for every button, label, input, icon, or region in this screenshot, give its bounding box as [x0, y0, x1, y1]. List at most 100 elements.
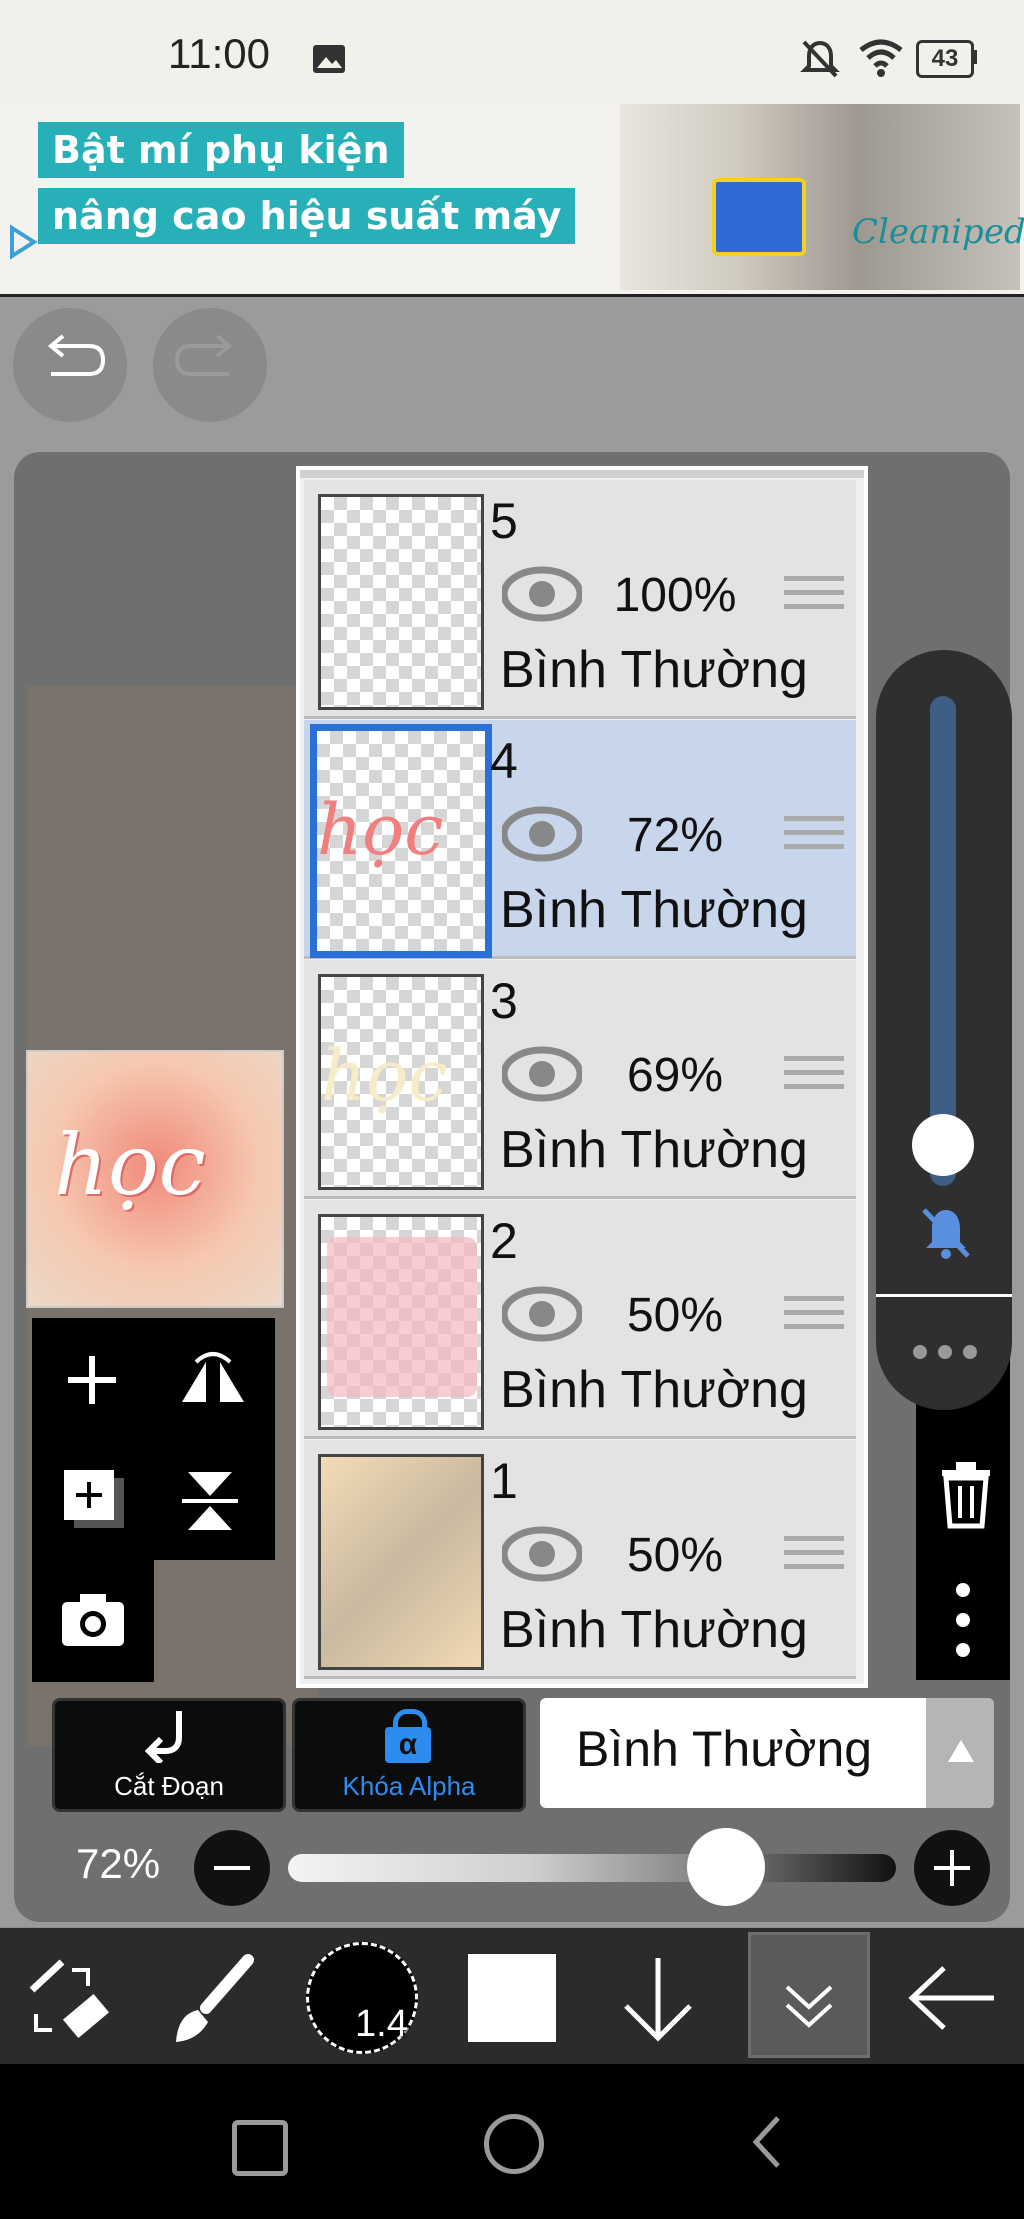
- blend-mode-value: Bình Thường: [576, 1721, 873, 1777]
- panel-divider: [876, 1294, 1012, 1297]
- product-box: [712, 178, 806, 256]
- battery-tip: [972, 50, 977, 64]
- alpha-lock-icon: α: [385, 1709, 431, 1763]
- brush-size-value: 1.4: [355, 2003, 408, 2045]
- layer-number: 4: [490, 733, 518, 789]
- layer-blend-mode: Bình Thường: [500, 1361, 808, 1419]
- image-icon: [313, 45, 345, 73]
- redo-button[interactable]: [153, 308, 267, 422]
- ad-headline-1: Bật mí phụ kiện: [38, 122, 404, 178]
- layer-blend-mode: Bình Thường: [500, 641, 808, 699]
- trash-icon[interactable]: [938, 1460, 994, 1530]
- redo-icon: [174, 334, 233, 376]
- layer-row-1[interactable]: 1 50% Bình Thường: [304, 1440, 856, 1679]
- flip-horizontal-icon[interactable]: [178, 1348, 248, 1412]
- drag-handle-icon[interactable]: [784, 1296, 844, 1344]
- more-vertical-icon[interactable]: [950, 1580, 976, 1660]
- layer-opacity: 50%: [626, 1529, 724, 1582]
- layer-number: 2: [490, 1213, 518, 1269]
- triangle-up-icon: [948, 1740, 974, 1762]
- canvas-preview[interactable]: học: [26, 1050, 284, 1308]
- bell-off-icon: [800, 40, 840, 78]
- bottom-toolbar: 1.4: [0, 1928, 1024, 2064]
- floating-slider-panel: [876, 650, 1012, 1410]
- minus-icon: [214, 1866, 250, 1870]
- eye-icon[interactable]: [502, 806, 582, 862]
- layer-row-2[interactable]: 2 50% Bình Thường: [304, 1200, 856, 1439]
- ad-choices-icon[interactable]: [4, 222, 40, 262]
- add-layer-icon[interactable]: [62, 1350, 122, 1410]
- opacity-value: 72%: [76, 1840, 161, 1887]
- layer-opacity: 69%: [626, 1049, 724, 1102]
- layer-thumbnail: học: [318, 974, 484, 1190]
- list-top-shadow: [300, 470, 864, 478]
- eye-icon[interactable]: [502, 566, 582, 622]
- back-arrow-icon[interactable]: [904, 1962, 1000, 2034]
- eye-icon[interactable]: [502, 1526, 582, 1582]
- layer-number: 5: [490, 493, 518, 549]
- drag-handle-icon[interactable]: [784, 576, 844, 624]
- blend-mode-select[interactable]: Bình Thường: [540, 1698, 994, 1808]
- layer-row-5[interactable]: 5 100% Bình Thường: [304, 480, 856, 719]
- brush-size-indicator[interactable]: 1.4: [306, 1942, 418, 2054]
- slider-thumb[interactable]: [912, 1114, 974, 1176]
- layer-row-4[interactable]: học 4 72% Bình Thường: [304, 720, 856, 959]
- battery-icon: 43: [916, 40, 974, 78]
- clip-button[interactable]: Cắt Đoạn: [52, 1698, 286, 1812]
- eye-icon[interactable]: [502, 1286, 582, 1342]
- layer-blend-mode: Bình Thường: [500, 1121, 808, 1179]
- layer-blend-mode: Bình Thường: [500, 1601, 808, 1659]
- opacity-slider-thumb[interactable]: [687, 1828, 765, 1906]
- color-swatch[interactable]: [468, 1954, 556, 2042]
- clip-label: Cắt Đoạn: [114, 1771, 224, 1801]
- home-icon[interactable]: [484, 2114, 544, 2174]
- layer-number: 1: [490, 1453, 518, 1509]
- navigation-bar: [0, 2064, 1024, 2219]
- thumb-pink-shape: [327, 1237, 477, 1397]
- layer-thumbnail: [318, 1454, 484, 1670]
- wifi-icon: [859, 39, 903, 77]
- camera-icon[interactable]: [58, 1590, 128, 1650]
- more-horizontal-icon[interactable]: [910, 1340, 980, 1364]
- battery-level: 43: [931, 45, 959, 72]
- opacity-slider[interactable]: [288, 1828, 896, 1906]
- ad-brand: Cleanipedia: [852, 212, 1024, 252]
- blend-mode-dropdown[interactable]: [926, 1698, 994, 1808]
- collapse-button[interactable]: [748, 1932, 870, 2058]
- transform-eraser-icon[interactable]: [22, 1956, 118, 2046]
- preview-text: học: [54, 1116, 206, 1214]
- layer-opacity: 100%: [613, 569, 737, 622]
- layer-thumbnail: [318, 1214, 484, 1430]
- move-down-icon[interactable]: [616, 1952, 700, 2048]
- slider-track[interactable]: [930, 696, 956, 1186]
- layer-number: 3: [490, 973, 518, 1029]
- opacity-decrease-button[interactable]: [194, 1830, 270, 1906]
- chevron-double-down-icon: [785, 1985, 833, 2028]
- undo-icon: [47, 334, 106, 376]
- flip-vertical-icon[interactable]: [178, 1466, 248, 1536]
- duplicate-layer-icon[interactable]: [60, 1468, 130, 1532]
- layer-opacity: 72%: [626, 809, 724, 862]
- bell-off-icon[interactable]: [918, 1204, 974, 1260]
- ad-banner[interactable]: Bật mí phụ kiện nâng cao hiệu suất máy C…: [0, 102, 1024, 297]
- brush-icon[interactable]: [168, 1952, 258, 2048]
- layer-list: 5 100% Bình Thường học 4 72% Bình Thường…: [296, 466, 868, 1688]
- status-bar: 11:00 43: [0, 0, 1024, 102]
- layer-blend-mode: Bình Thường: [500, 881, 808, 939]
- layer-thumbnail: [318, 494, 484, 710]
- eye-icon[interactable]: [502, 1046, 582, 1102]
- drag-handle-icon[interactable]: [784, 1536, 844, 1584]
- thumb-text: học: [317, 789, 444, 871]
- recents-icon[interactable]: [232, 2120, 288, 2176]
- opacity-increase-button[interactable]: [914, 1830, 990, 1906]
- drag-handle-icon[interactable]: [784, 816, 844, 864]
- alpha-symbol: α: [385, 1727, 431, 1763]
- undo-button[interactable]: [13, 308, 127, 422]
- drag-handle-icon[interactable]: [784, 1056, 844, 1104]
- layer-tools: [32, 1318, 275, 1682]
- layer-row-3[interactable]: học 3 69% Bình Thường: [304, 960, 856, 1199]
- alpha-lock-button[interactable]: α Khóa Alpha: [292, 1698, 526, 1812]
- back-nav-icon[interactable]: [748, 2112, 788, 2172]
- clip-arrow-icon: [144, 1711, 182, 1763]
- ad-image: Cleanipedia: [620, 104, 1024, 290]
